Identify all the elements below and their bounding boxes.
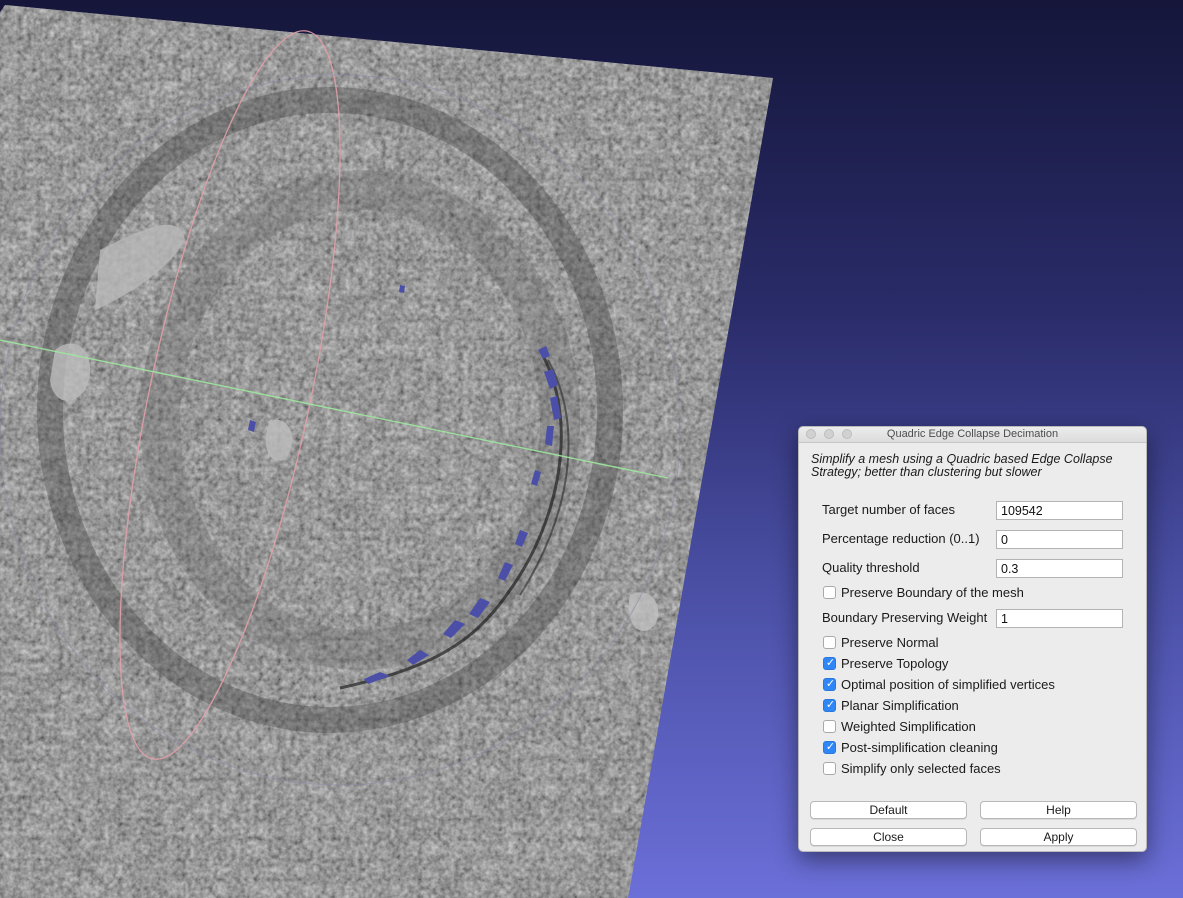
preserve-boundary-label: Preserve Boundary of the mesh (841, 585, 1024, 600)
dialog-titlebar[interactable]: Quadric Edge Collapse Decimation (799, 427, 1146, 443)
checkmark-icon: ✓ (825, 740, 836, 753)
optimal-position-box[interactable]: ✓ (823, 677, 836, 691)
target-faces-input[interactable] (996, 501, 1123, 520)
preserve-boundary-box[interactable] (823, 586, 836, 599)
percentage-reduction-label: Percentage reduction (0..1) (822, 531, 980, 546)
quality-threshold-input[interactable] (996, 559, 1123, 578)
dialog-title: Quadric Edge Collapse Decimation (886, 428, 1059, 440)
weighted-simplification-label: Weighted Simplification (841, 719, 976, 734)
optimal-position-label: Optimal position of simplified vertices (841, 677, 1055, 692)
quadric-decimation-dialog: Quadric Edge Collapse Decimation Simplif… (798, 426, 1147, 852)
target-faces-label: Target number of faces (822, 502, 955, 517)
selected-only-label: Simplify only selected faces (841, 761, 1001, 776)
checkmark-icon: ✓ (825, 698, 836, 711)
planar-simplification-label: Planar Simplification (841, 698, 959, 713)
close-button[interactable]: Close (810, 828, 967, 846)
default-button[interactable]: Default (810, 801, 967, 819)
post-cleaning-label: Post-simplification cleaning (841, 740, 998, 755)
preserve-topology-label: Preserve Topology (841, 656, 949, 671)
percentage-reduction-input[interactable] (996, 530, 1123, 549)
quality-threshold-label: Quality threshold (822, 560, 920, 575)
boundary-weight-label: Boundary Preserving Weight (822, 610, 988, 625)
filter-description: Simplify a mesh using a Quadric based Ed… (811, 452, 1113, 479)
help-button[interactable]: Help (980, 801, 1137, 819)
preserve-topology-box[interactable]: ✓ (823, 656, 836, 670)
boundary-weight-input[interactable] (996, 609, 1123, 628)
selected-only-box[interactable] (823, 762, 836, 775)
weighted-simplification-box[interactable] (823, 720, 836, 733)
apply-button[interactable]: Apply (980, 828, 1137, 846)
checkmark-icon: ✓ (825, 677, 836, 690)
planar-simplification-box[interactable]: ✓ (823, 698, 836, 712)
checkmark-icon: ✓ (825, 656, 836, 669)
preserve-normal-box[interactable] (823, 636, 836, 649)
post-cleaning-box[interactable]: ✓ (823, 740, 836, 754)
preserve-normal-label: Preserve Normal (841, 635, 939, 650)
